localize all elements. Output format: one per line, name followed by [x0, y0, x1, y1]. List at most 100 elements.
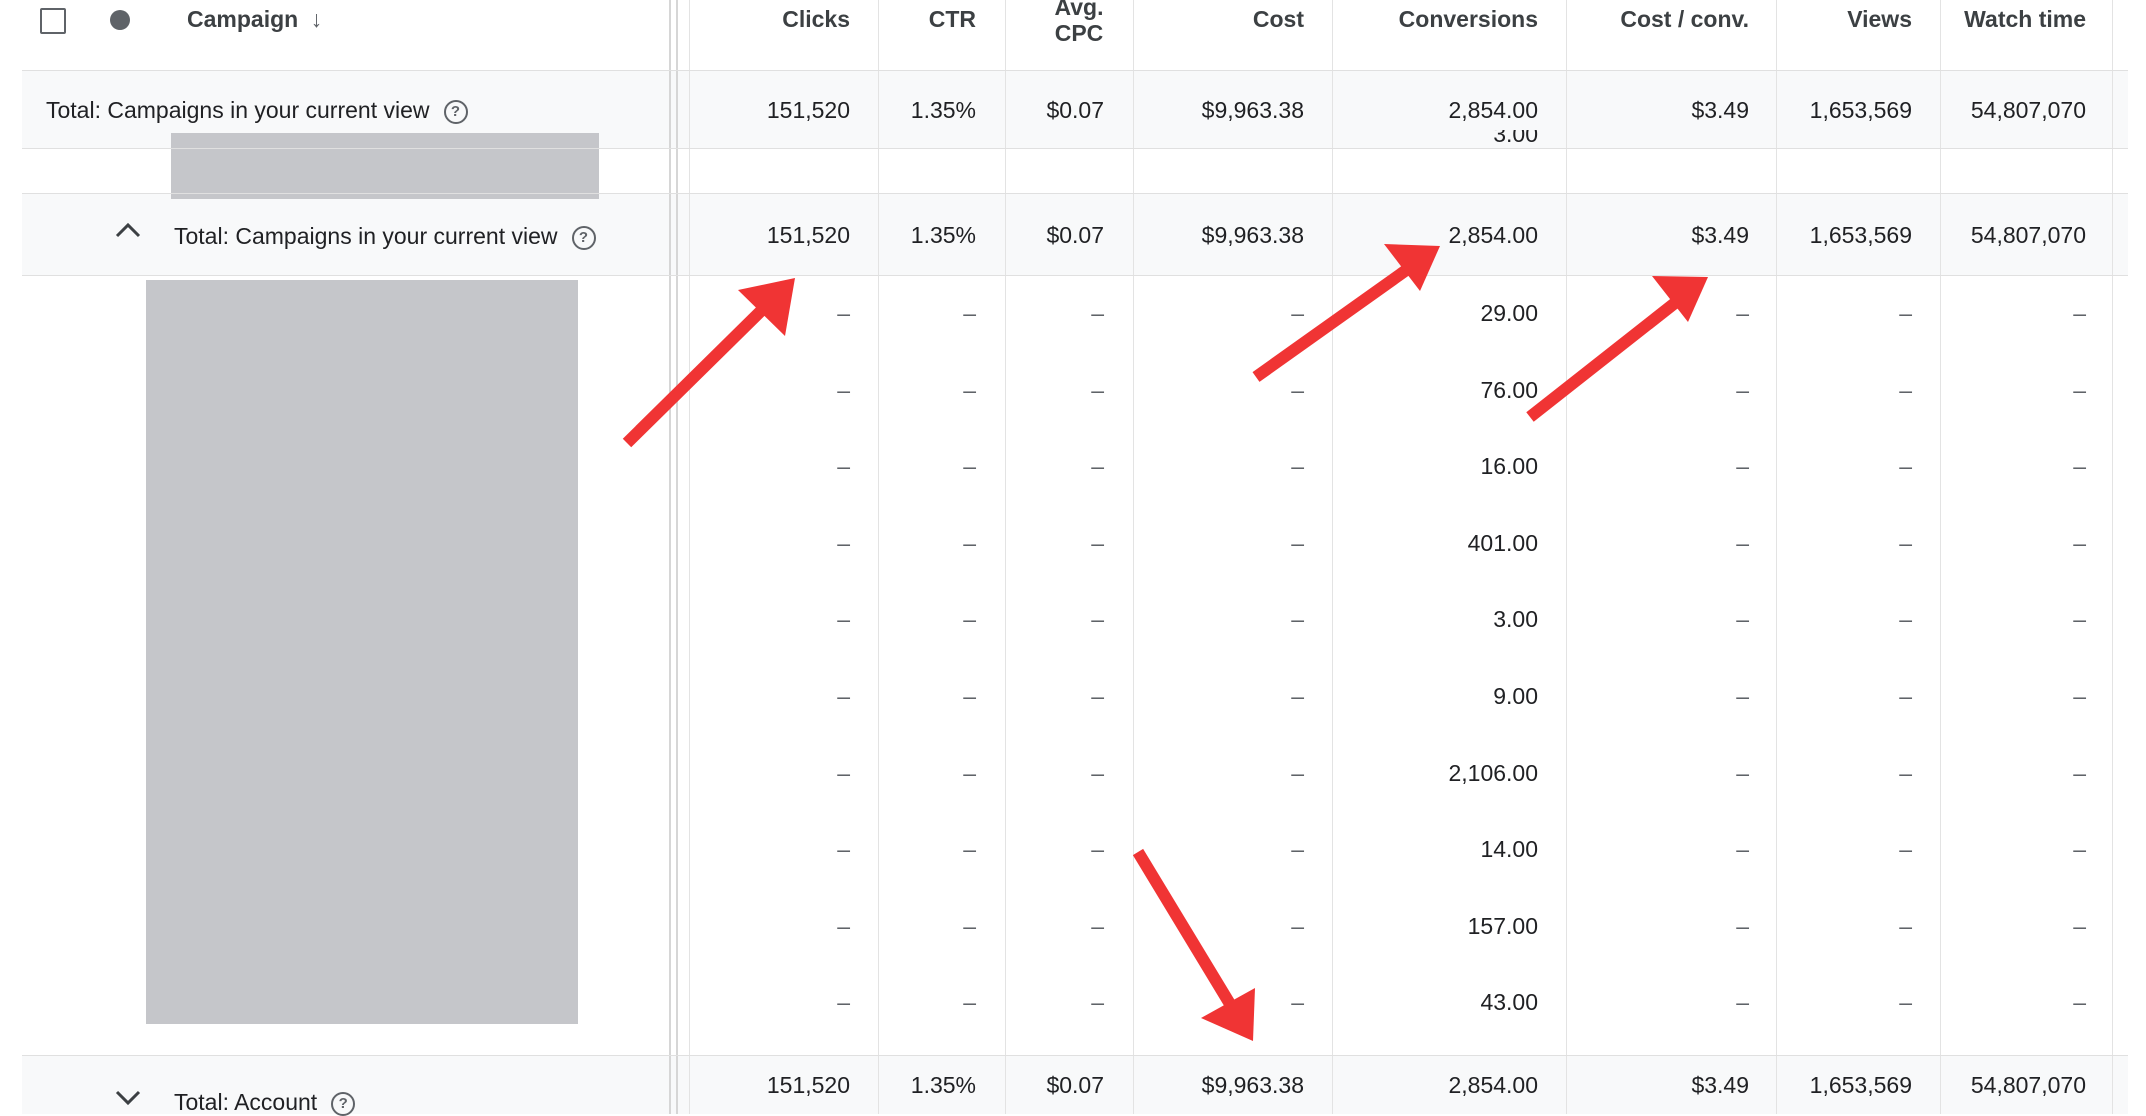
campaign-row-cell-clicks: –: [837, 989, 850, 1016]
account-total-cell-cost: $9,963.38: [1201, 1072, 1304, 1098]
campaign-row-cell-watch_time: –: [2073, 683, 2086, 709]
campaign-row-cell-watch_time: –: [2073, 759, 2086, 786]
group-total-label: Total: Campaigns in your current view?: [174, 223, 596, 250]
campaign-row-cell-ctr: –: [963, 836, 976, 863]
header-checkbox[interactable]: [40, 8, 66, 34]
total-view-cell-cost_conv: $3.49: [1691, 97, 1749, 123]
group-total-cell-cost: $9,963.38: [1201, 222, 1304, 248]
campaign-row-cell-cost: –: [1291, 989, 1304, 1016]
account-total-label: Total: Account?: [174, 1089, 356, 1116]
group-total-cell-conversions: 2,854.00: [1448, 222, 1538, 248]
campaign-row-cell-ctr: –: [963, 759, 976, 786]
group-total-cell-clicks: 151,520: [766, 222, 850, 248]
campaign-row-cell-cost: –: [1291, 683, 1304, 709]
campaign-row-cell-cost: –: [1291, 836, 1304, 863]
total-view-cell-views: 1,653,569: [1809, 97, 1912, 123]
campaign-row-cell-clicks: –: [837, 376, 850, 403]
campaign-row-cell-ctr: –: [963, 529, 976, 556]
campaign-row-cell-conversions: 157.00: [1467, 912, 1538, 939]
group-total-cell-views: 1,653,569: [1809, 222, 1912, 248]
campaign-row-cell-cost_conv: –: [1736, 912, 1749, 939]
column-header-clicks[interactable]: Clicks: [670, 6, 850, 32]
campaign-row-cell-avg_cpc: –: [1091, 300, 1104, 326]
help-circle-icon[interactable]: ?: [331, 1092, 356, 1116]
campaign-row-cell-watch_time: –: [2073, 453, 2086, 480]
campaign-row-cell-ctr: –: [963, 606, 976, 633]
chevron-down-icon[interactable]: [114, 1088, 142, 1108]
chevron-up-icon[interactable]: [114, 220, 141, 244]
campaign-row-cell-ctr: –: [963, 912, 976, 939]
redacted-block: [171, 133, 599, 199]
total-view-cell-clicks: 151,520: [766, 97, 850, 123]
campaign-row-cell-views: –: [1899, 453, 1912, 480]
campaign-row-cell-cost_conv: –: [1736, 759, 1749, 786]
campaign-row-cell-avg_cpc: –: [1091, 989, 1104, 1016]
status-dot-icon[interactable]: [110, 10, 130, 30]
total-view-label: Total: Campaigns in your current view?: [46, 97, 468, 124]
account-total-cell-views: 1,653,569: [1809, 1072, 1912, 1098]
campaign-row-cell-cost_conv: –: [1736, 300, 1749, 326]
campaign-row-cell-cost: –: [1291, 606, 1304, 633]
campaign-row-cell-watch_time: –: [2073, 300, 2086, 326]
campaign-row-cell-conversions: 9.00: [1493, 683, 1538, 709]
campaign-row-cell-avg_cpc: –: [1091, 376, 1104, 403]
campaign-row-cell-conversions: 29.00: [1480, 300, 1538, 326]
arrow-down-icon[interactable]: ↓: [311, 6, 323, 32]
campaign-row-cell-ctr: –: [963, 453, 976, 480]
campaign-row-cell-conversions: 16.00: [1480, 453, 1538, 480]
column-header-views[interactable]: Views: [1772, 6, 1912, 32]
campaign-row-cell-avg_cpc: –: [1091, 529, 1104, 556]
column-header-cost_conv[interactable]: Cost / conv.: [1569, 6, 1749, 32]
campaign-row-cell-cost: –: [1291, 453, 1304, 480]
campaign-row-cell-views: –: [1899, 759, 1912, 786]
group-total-cell-cost_conv: $3.49: [1691, 222, 1749, 248]
campaign-row-cell-views: –: [1899, 912, 1912, 939]
account-total-cell-conversions: 2,854.00: [1448, 1072, 1538, 1098]
campaign-row-cell-cost_conv: –: [1736, 683, 1749, 709]
campaign-row-cell-conversions: 3.00: [1493, 606, 1538, 633]
campaign-row-cell-watch_time: –: [2073, 606, 2086, 633]
campaign-row-cell-conversions: 14.00: [1480, 836, 1538, 863]
campaign-row-cell-watch_time: –: [2073, 836, 2086, 863]
column-divider: [2112, 0, 2113, 1114]
campaign-row-cell-avg_cpc: –: [1091, 453, 1104, 480]
group-total-cell-avg_cpc: $0.07: [1046, 222, 1104, 248]
campaign-row-cell-views: –: [1899, 606, 1912, 633]
campaign-row-cell-avg_cpc: –: [1091, 836, 1104, 863]
campaign-row-cell-views: –: [1899, 683, 1912, 709]
help-circle-icon[interactable]: ?: [443, 100, 468, 124]
campaign-row-cell-watch_time: –: [2073, 376, 2086, 403]
campaign-row-cell-ctr: –: [963, 376, 976, 403]
campaign-table: Campaign ↓ Clicks CTR Avg. CPC Cost Conversio…: [0, 0, 2146, 1116]
campaign-row-cell-views: –: [1899, 376, 1912, 403]
account-total-cell-cost_conv: $3.49: [1691, 1072, 1749, 1098]
campaign-row-cell-watch_time: –: [2073, 989, 2086, 1016]
campaign-row-cell-clicks: –: [837, 453, 850, 480]
campaign-row-cell-avg_cpc: –: [1091, 912, 1104, 939]
help-circle-icon[interactable]: ?: [571, 226, 596, 250]
campaign-row-cell-clicks: –: [837, 912, 850, 939]
campaign-row-cell-avg_cpc: –: [1091, 683, 1104, 709]
column-divider: [1566, 0, 1567, 1114]
campaign-row-cell-avg_cpc: –: [1091, 606, 1104, 633]
total-view-cell-ctr: 1.35%: [910, 97, 976, 123]
account-total-cell-avg_cpc: $0.07: [1046, 1072, 1104, 1098]
account-total-cell-clicks: 151,520: [766, 1072, 850, 1098]
group-total-cell-ctr: 1.35%: [910, 222, 976, 248]
campaign-row-cell-views: –: [1899, 529, 1912, 556]
column-header-watch_time[interactable]: Watch time: [1926, 6, 2086, 32]
campaign-column-header[interactable]: Campaign ↓: [187, 6, 322, 32]
column-header-ctr[interactable]: CTR: [866, 6, 976, 32]
group-total-cell-watch_time: 54,807,070: [1970, 222, 2086, 248]
campaign-row-cell-cost: –: [1291, 300, 1304, 326]
campaign-row-cell-watch_time: –: [2073, 912, 2086, 939]
column-header-avg_cpc[interactable]: Avg. CPC: [1024, 0, 1134, 46]
campaign-row-cell-views: –: [1899, 300, 1912, 326]
campaign-row-cell-clicks: –: [837, 300, 850, 326]
campaign-row-cell-cost_conv: –: [1736, 529, 1749, 556]
column-header-cost[interactable]: Cost: [1134, 6, 1304, 32]
account-total-cell-ctr: 1.35%: [910, 1072, 976, 1098]
campaign-row-cell-clicks: –: [837, 836, 850, 863]
column-header-conversions[interactable]: Conversions: [1318, 6, 1538, 32]
campaign-row-cell-cost: –: [1291, 376, 1304, 403]
